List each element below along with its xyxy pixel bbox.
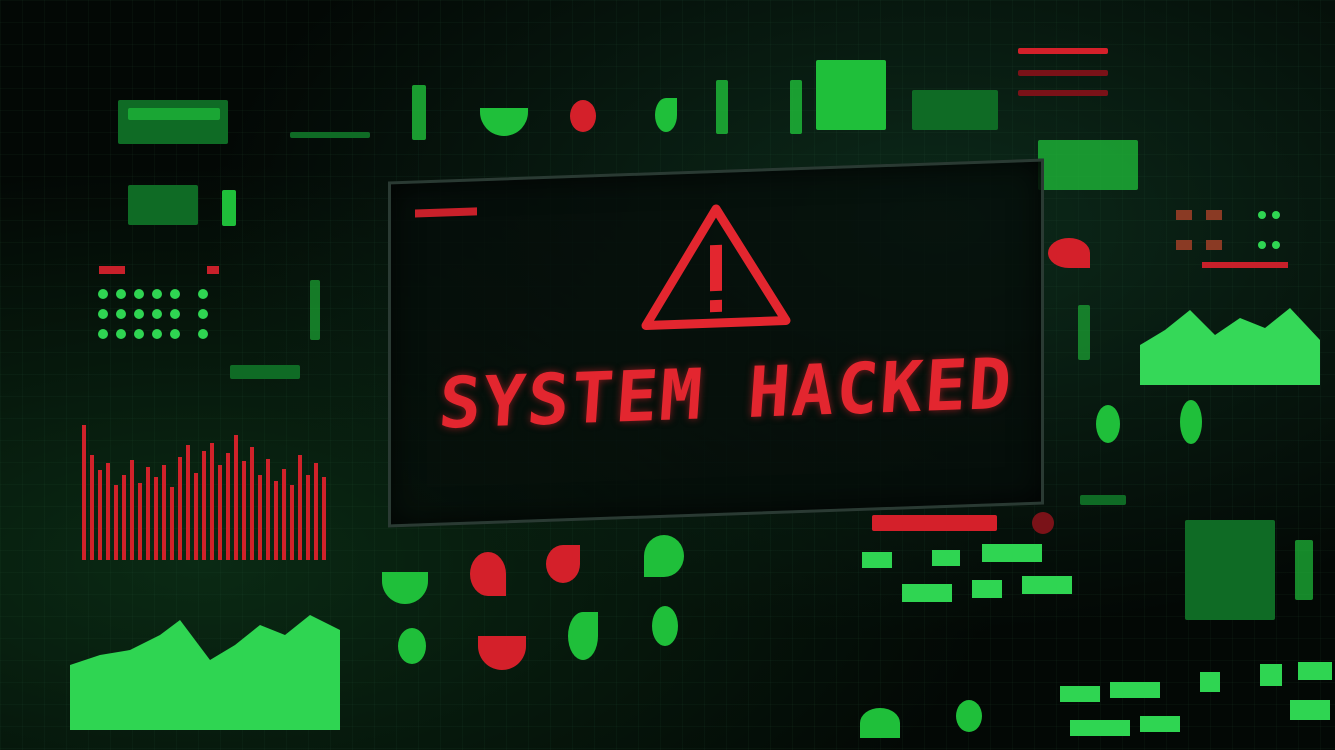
hud-bar <box>1180 400 1202 444</box>
hud-bar <box>128 108 220 120</box>
hud-panel <box>1038 140 1138 190</box>
hud-bar <box>1096 405 1120 443</box>
hud-bar <box>1295 540 1313 600</box>
hud-bar <box>222 190 236 226</box>
warning-triangle-icon <box>641 204 791 330</box>
hud-panel <box>128 185 198 225</box>
dot-matrix <box>1172 200 1292 280</box>
hud-bar <box>790 80 802 134</box>
hud-bar <box>655 98 677 132</box>
dot-matrix <box>1050 660 1335 750</box>
dot-matrix-graphic <box>98 266 219 339</box>
hud-bar <box>1078 305 1090 360</box>
dot-matrix-graphic <box>1176 210 1288 268</box>
hud-bar <box>716 80 728 134</box>
red-bar-graph-graphic <box>82 425 326 560</box>
panel-header-bar <box>415 207 477 218</box>
hud-bar <box>568 612 598 660</box>
hud-bar <box>546 545 580 583</box>
hud-bar <box>310 280 320 340</box>
hud-bar <box>1048 238 1090 268</box>
green-area-graph-graphic <box>70 615 340 730</box>
hud-panel <box>118 100 228 144</box>
hud-panel <box>1185 520 1275 620</box>
hud-panel <box>912 90 998 130</box>
green-area-graph <box>1140 300 1320 385</box>
hacked-screen-scene: SYSTEM HACKED <box>0 0 1335 750</box>
dot-matrix-graphic <box>1060 662 1332 736</box>
hud-bar <box>872 515 997 531</box>
hud-bar <box>470 552 506 596</box>
hud-bar <box>652 606 678 646</box>
system-hacked-text: SYSTEM HACKED <box>436 342 1016 445</box>
hud-bar <box>644 535 684 577</box>
hud-bar <box>1032 512 1054 534</box>
hud-bar <box>412 85 426 140</box>
dot-matrix <box>95 262 225 352</box>
hud-bar <box>230 365 300 379</box>
green-area-graph <box>70 605 340 730</box>
hud-panel <box>816 60 886 130</box>
hud-bar <box>956 700 982 732</box>
hud-bar <box>1018 90 1108 96</box>
dot-matrix-graphic <box>862 544 1072 602</box>
hud-bar <box>398 628 426 664</box>
hud-bar <box>860 708 900 738</box>
hud-bar <box>570 100 596 132</box>
dot-matrix <box>862 540 1082 610</box>
hud-bar <box>1080 495 1126 505</box>
hud-bar <box>1018 70 1108 76</box>
red-bar-graph <box>80 415 335 560</box>
green-area-graph-graphic <box>1140 308 1320 385</box>
hud-bar <box>1018 48 1108 54</box>
warning-panel: SYSTEM HACKED <box>388 158 1044 528</box>
hud-bar <box>290 132 370 138</box>
